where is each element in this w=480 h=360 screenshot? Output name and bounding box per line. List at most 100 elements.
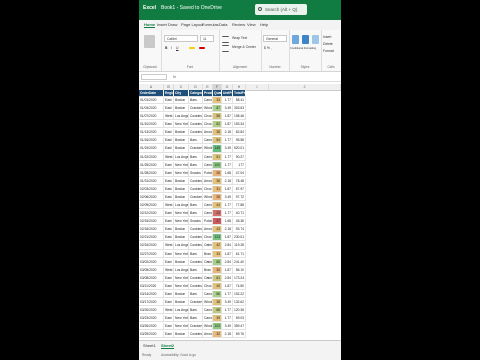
cell-city[interactable]: Los Angeles xyxy=(174,153,189,161)
tab-formulas[interactable]: Formulas xyxy=(202,22,219,27)
cell-product[interactable]: Carrot xyxy=(203,290,213,298)
cell-date[interactable]: 01/19/2020 xyxy=(139,145,164,153)
cell-region[interactable]: East xyxy=(164,193,174,202)
cell-qty[interactable]: 39 xyxy=(213,315,222,323)
cell-qty[interactable]: 54 xyxy=(213,137,222,145)
cell-total[interactable]: 77.88 xyxy=(233,202,246,210)
cell-qty[interactable]: 31 xyxy=(213,185,222,193)
align-left-icon[interactable] xyxy=(222,45,229,52)
cell-city[interactable]: Boston xyxy=(174,299,189,307)
sheet-tab-sheet1[interactable]: Sheet1 xyxy=(143,343,156,348)
cell-qty[interactable]: 103 xyxy=(213,323,222,331)
tab-help[interactable]: Help xyxy=(260,22,268,27)
cell-total[interactable]: 520.01 xyxy=(233,145,246,153)
cell-category[interactable]: Bars xyxy=(189,161,203,169)
cell-product[interactable]: Arrowroot xyxy=(203,177,213,185)
cell-product[interactable]: Whole Wheat xyxy=(203,105,213,113)
cell-qty[interactable]: 33 xyxy=(213,97,222,105)
cell-price[interactable]: 1.68 xyxy=(222,218,233,226)
tab-insert[interactable]: Insert xyxy=(157,22,167,27)
cell-city[interactable]: Boston xyxy=(174,129,189,137)
cell-category[interactable]: Cookies xyxy=(189,177,203,185)
cell-qty[interactable]: 36 xyxy=(213,177,222,185)
cell-category[interactable]: Snacks xyxy=(189,169,203,177)
cell-date[interactable]: 02/03/2020 xyxy=(139,185,164,193)
cell-date[interactable]: 03/11/2020 xyxy=(139,282,164,290)
cell-qty[interactable]: 23 xyxy=(213,210,222,218)
cell-total[interactable]: 97.72 xyxy=(233,193,246,202)
cell-qty[interactable]: 149 xyxy=(213,145,222,153)
cell-date[interactable]: 02/09/2020 xyxy=(139,202,164,210)
cell-category[interactable]: Cookies xyxy=(189,113,203,121)
cell-product[interactable]: Whole Wheat xyxy=(203,323,213,331)
cell-region[interactable]: West xyxy=(164,113,174,121)
cell-city[interactable]: Boston xyxy=(174,290,189,298)
cell-region[interactable]: East xyxy=(164,161,174,169)
cell-product[interactable]: Potato Chips xyxy=(203,169,213,177)
cell-city[interactable]: New York xyxy=(174,282,189,290)
cell-price[interactable]: 3.49 xyxy=(222,323,233,331)
cell-qty[interactable]: 33 xyxy=(213,250,222,258)
cell-category[interactable]: Cookies xyxy=(189,242,203,250)
cell-total[interactable]: 152.22 xyxy=(233,290,246,298)
cell-region[interactable]: East xyxy=(164,323,174,331)
cell-price[interactable]: 3.49 xyxy=(222,299,233,307)
cell-qty[interactable]: 100 xyxy=(213,161,222,169)
paste-icon[interactable] xyxy=(144,35,155,48)
tab-page-layout[interactable]: Page Layout xyxy=(181,22,203,27)
cell-price[interactable]: 1.87 xyxy=(222,113,233,121)
cell-price[interactable]: 2.18 xyxy=(222,331,233,339)
align-top-icon[interactable] xyxy=(222,36,229,43)
insert-cells-button[interactable]: Insert xyxy=(323,35,331,39)
cell-city[interactable]: Boston xyxy=(174,193,189,202)
sheet-tab-sheet2[interactable]: Sheet2 xyxy=(161,343,175,349)
cell-category[interactable]: Cookies xyxy=(189,226,203,234)
cell-price[interactable]: 1.77 xyxy=(222,202,233,210)
cell-category[interactable]: Cookies xyxy=(189,274,203,282)
cell-date[interactable]: 03/26/2020 xyxy=(139,323,164,331)
cell-total[interactable]: 359.47 xyxy=(233,323,246,331)
cell-total[interactable]: 132.62 xyxy=(233,299,246,307)
cell-city[interactable]: Boston xyxy=(174,177,189,185)
cell-total[interactable]: 78.48 xyxy=(233,177,246,185)
cell-date[interactable]: 01/07/2020 xyxy=(139,113,164,121)
cell-price[interactable]: 1.77 xyxy=(222,210,233,218)
cell-product[interactable]: Whole Wheat xyxy=(203,193,213,202)
font-name-select[interactable]: Calibri xyxy=(164,35,198,42)
cell-city[interactable]: New York xyxy=(174,315,189,323)
cell-category[interactable]: Crackers xyxy=(189,105,203,113)
cell-total[interactable]: 241.40 xyxy=(233,258,246,266)
cell-city[interactable]: Boston xyxy=(174,226,189,234)
cell-product[interactable]: Carrot xyxy=(203,161,213,169)
font-size-select[interactable]: 11 xyxy=(200,35,214,42)
currency-button[interactable]: $ % , xyxy=(264,46,272,50)
cell-product[interactable]: Bran xyxy=(203,266,213,274)
cell-city[interactable]: New York xyxy=(174,210,189,218)
cell-qty[interactable]: 28 xyxy=(213,193,222,202)
cell-product[interactable]: Carrot xyxy=(203,153,213,161)
cell-date[interactable]: 01/16/2020 xyxy=(139,137,164,145)
cell-price[interactable]: 1.87 xyxy=(222,185,233,193)
cell-date[interactable]: 02/12/2020 xyxy=(139,210,164,218)
cell-price[interactable]: 1.77 xyxy=(222,161,233,169)
cell-qty[interactable]: 123 xyxy=(213,234,222,242)
wrap-text-button[interactable]: Wrap Text xyxy=(232,36,247,40)
cell-product[interactable]: Whole Wheat xyxy=(203,299,213,307)
cell-region[interactable]: East xyxy=(164,210,174,218)
cell-category[interactable]: Cookies xyxy=(189,121,203,129)
cell-date[interactable]: 03/23/2020 xyxy=(139,315,164,323)
cell-qty[interactable]: 87 xyxy=(213,105,222,113)
cell-category[interactable]: Cookies xyxy=(189,258,203,266)
cell-total[interactable]: 69.03 xyxy=(233,315,246,323)
tab-review[interactable]: Review xyxy=(232,22,245,27)
cell-total[interactable]: 119.28 xyxy=(233,242,246,250)
cell-city[interactable]: Los Angeles xyxy=(174,266,189,274)
cell-region[interactable]: East xyxy=(164,97,174,105)
name-box[interactable] xyxy=(141,73,167,80)
cell-total[interactable]: 40.71 xyxy=(233,210,246,218)
cell-product[interactable]: Arrowroot xyxy=(203,331,213,339)
cell-product[interactable]: Carrot xyxy=(203,307,213,315)
cell-qty[interactable]: 68 xyxy=(213,307,222,315)
cell-category[interactable]: Snacks xyxy=(189,218,203,226)
format-cells-button[interactable]: Format xyxy=(323,49,334,53)
